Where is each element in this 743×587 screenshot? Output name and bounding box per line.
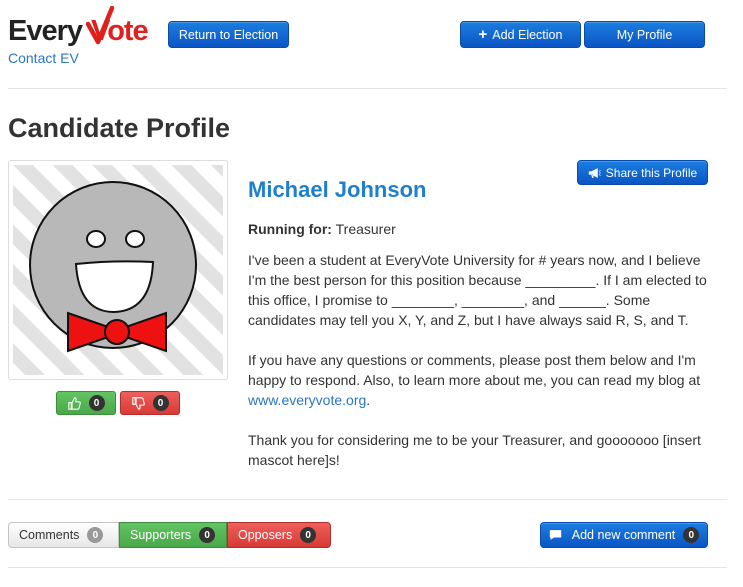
add-election-button[interactable]: + Add Election bbox=[460, 21, 581, 48]
logo-every-text: Every bbox=[8, 15, 83, 47]
add-election-label: Add Election bbox=[492, 27, 563, 42]
vote-down-count: 0 bbox=[152, 395, 169, 411]
share-profile-button[interactable]: Share this Profile bbox=[577, 160, 708, 185]
tab-comments-label: Comments bbox=[19, 528, 80, 542]
bio-paragraph-1: I've been a student at EveryVote Univers… bbox=[248, 252, 707, 328]
return-to-election-label: Return to Election bbox=[178, 27, 279, 42]
vote-down-button[interactable]: 0 bbox=[120, 391, 180, 415]
running-for: Running for: Treasurer bbox=[248, 221, 396, 237]
footer-divider bbox=[8, 567, 727, 568]
header-divider bbox=[8, 88, 727, 89]
candidate-name: Michael Johnson bbox=[248, 177, 427, 202]
bio-paragraph-3: Thank you for considering me to be your … bbox=[248, 432, 701, 468]
bio-paragraph-2: If you have any questions or comments, p… bbox=[248, 350, 718, 410]
tab-comments-count: 0 bbox=[87, 527, 104, 543]
smiley-bowtie-avatar-image bbox=[13, 165, 223, 375]
tab-supporters[interactable]: Supporters 0 bbox=[119, 522, 227, 548]
running-for-label: Running for: bbox=[248, 221, 332, 237]
megaphone-icon bbox=[588, 167, 601, 178]
vote-up-count: 0 bbox=[88, 395, 105, 411]
plus-icon: + bbox=[478, 26, 488, 43]
add-comment-button[interactable]: Add new comment 0 bbox=[540, 522, 708, 548]
contact-link[interactable]: Contact EV bbox=[8, 50, 79, 66]
running-for-value: Treasurer bbox=[335, 221, 396, 237]
thumbs-down-icon bbox=[131, 396, 145, 410]
bio-paragraph-2-text: If you have any questions or comments, p… bbox=[248, 352, 701, 388]
bio-paragraph-2-end: . bbox=[366, 392, 371, 408]
tab-opposers[interactable]: Opposers 0 bbox=[227, 522, 331, 548]
add-comment-label: Add new comment bbox=[571, 528, 676, 542]
return-to-election-button[interactable]: Return to Election bbox=[168, 21, 289, 48]
my-profile-label: My Profile bbox=[616, 27, 673, 42]
tab-opposers-count: 0 bbox=[300, 527, 317, 543]
thumbs-up-icon bbox=[67, 396, 81, 410]
everyvote-logo[interactable]: Every Vote bbox=[8, 5, 153, 50]
tab-comments[interactable]: Comments 0 bbox=[8, 522, 119, 548]
tab-supporters-label: Supporters bbox=[130, 528, 192, 542]
tab-opposers-label: Opposers bbox=[238, 528, 293, 542]
tab-supporters-count: 0 bbox=[199, 527, 216, 543]
comment-icon bbox=[549, 530, 561, 540]
page-title: Candidate Profile bbox=[8, 113, 231, 143]
comment-tabs: Comments 0 Supporters 0 Opposers 0 bbox=[8, 522, 331, 548]
content-divider bbox=[8, 499, 727, 500]
my-profile-button[interactable]: My Profile bbox=[584, 21, 705, 48]
vote-up-button[interactable]: 0 bbox=[56, 391, 116, 415]
blog-link[interactable]: www.everyvote.org bbox=[248, 392, 366, 408]
add-comment-count: 0 bbox=[683, 527, 700, 543]
share-profile-label: Share this Profile bbox=[605, 165, 698, 180]
candidate-avatar bbox=[8, 160, 228, 380]
